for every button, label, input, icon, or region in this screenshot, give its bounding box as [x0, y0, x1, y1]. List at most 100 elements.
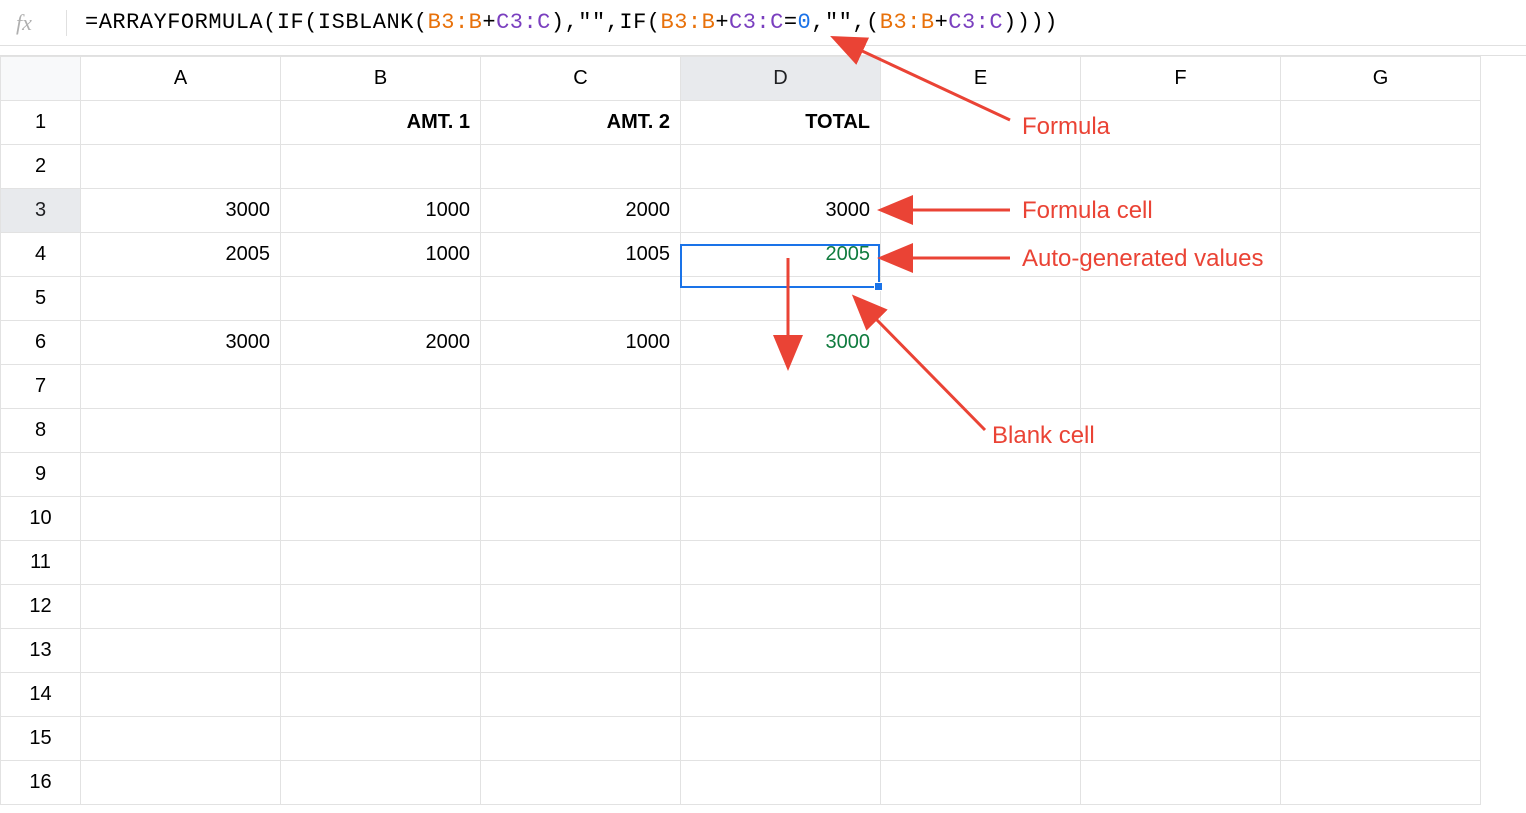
cell-E3[interactable]: [881, 189, 1081, 233]
cell-D8[interactable]: [681, 409, 881, 453]
cell-F2[interactable]: [1081, 145, 1281, 189]
row-header-10[interactable]: 10: [1, 497, 81, 541]
select-all-corner[interactable]: [1, 57, 81, 101]
cell-B7[interactable]: [281, 365, 481, 409]
cell-B4[interactable]: 1000: [281, 233, 481, 277]
column-header-c[interactable]: C: [481, 57, 681, 101]
cell-E5[interactable]: [881, 277, 1081, 321]
cell-D14[interactable]: [681, 673, 881, 717]
cell-F15[interactable]: [1081, 717, 1281, 761]
cell-F16[interactable]: [1081, 761, 1281, 805]
cell-B1[interactable]: AMT. 1: [281, 101, 481, 145]
cell-A6[interactable]: 3000: [81, 321, 281, 365]
cell-G11[interactable]: [1281, 541, 1481, 585]
cell-D1[interactable]: TOTAL: [681, 101, 881, 145]
cell-G4[interactable]: [1281, 233, 1481, 277]
cell-B3[interactable]: 1000: [281, 189, 481, 233]
row-header-15[interactable]: 15: [1, 717, 81, 761]
cell-F6[interactable]: [1081, 321, 1281, 365]
cell-A1[interactable]: [81, 101, 281, 145]
cell-E10[interactable]: [881, 497, 1081, 541]
cell-B8[interactable]: [281, 409, 481, 453]
cell-A2[interactable]: [81, 145, 281, 189]
cell-G13[interactable]: [1281, 629, 1481, 673]
cell-D7[interactable]: [681, 365, 881, 409]
column-header-f[interactable]: F: [1081, 57, 1281, 101]
row-header-11[interactable]: 11: [1, 541, 81, 585]
cell-B5[interactable]: [281, 277, 481, 321]
cell-E12[interactable]: [881, 585, 1081, 629]
cell-B12[interactable]: [281, 585, 481, 629]
cell-F1[interactable]: [1081, 101, 1281, 145]
cell-D3[interactable]: 3000: [681, 189, 881, 233]
cell-F8[interactable]: [1081, 409, 1281, 453]
cell-C2[interactable]: [481, 145, 681, 189]
cell-F9[interactable]: [1081, 453, 1281, 497]
cell-E15[interactable]: [881, 717, 1081, 761]
cell-F4[interactable]: [1081, 233, 1281, 277]
cell-C16[interactable]: [481, 761, 681, 805]
cell-E14[interactable]: [881, 673, 1081, 717]
row-header-9[interactable]: 9: [1, 453, 81, 497]
cell-G16[interactable]: [1281, 761, 1481, 805]
cell-E1[interactable]: [881, 101, 1081, 145]
cell-B14[interactable]: [281, 673, 481, 717]
cell-A5[interactable]: [81, 277, 281, 321]
cell-G6[interactable]: [1281, 321, 1481, 365]
cell-E11[interactable]: [881, 541, 1081, 585]
cell-D10[interactable]: [681, 497, 881, 541]
row-header-2[interactable]: 2: [1, 145, 81, 189]
cell-G7[interactable]: [1281, 365, 1481, 409]
cell-G10[interactable]: [1281, 497, 1481, 541]
row-header-6[interactable]: 6: [1, 321, 81, 365]
cell-D9[interactable]: [681, 453, 881, 497]
cell-C9[interactable]: [481, 453, 681, 497]
cell-B16[interactable]: [281, 761, 481, 805]
column-header-e[interactable]: E: [881, 57, 1081, 101]
cell-A10[interactable]: [81, 497, 281, 541]
cell-C11[interactable]: [481, 541, 681, 585]
cell-C5[interactable]: [481, 277, 681, 321]
cell-D12[interactable]: [681, 585, 881, 629]
cell-C4[interactable]: 1005: [481, 233, 681, 277]
cell-E4[interactable]: [881, 233, 1081, 277]
cell-G9[interactable]: [1281, 453, 1481, 497]
cell-A11[interactable]: [81, 541, 281, 585]
column-header-d[interactable]: D: [681, 57, 881, 101]
cell-G3[interactable]: [1281, 189, 1481, 233]
cell-A12[interactable]: [81, 585, 281, 629]
cell-G5[interactable]: [1281, 277, 1481, 321]
cell-D16[interactable]: [681, 761, 881, 805]
cell-A7[interactable]: [81, 365, 281, 409]
cell-G14[interactable]: [1281, 673, 1481, 717]
cell-E7[interactable]: [881, 365, 1081, 409]
cell-B6[interactable]: 2000: [281, 321, 481, 365]
row-header-14[interactable]: 14: [1, 673, 81, 717]
column-header-b[interactable]: B: [281, 57, 481, 101]
cell-B11[interactable]: [281, 541, 481, 585]
cell-C13[interactable]: [481, 629, 681, 673]
row-header-8[interactable]: 8: [1, 409, 81, 453]
cell-C12[interactable]: [481, 585, 681, 629]
cell-D2[interactable]: [681, 145, 881, 189]
cell-E13[interactable]: [881, 629, 1081, 673]
cell-D13[interactable]: [681, 629, 881, 673]
cell-G15[interactable]: [1281, 717, 1481, 761]
cell-A14[interactable]: [81, 673, 281, 717]
cell-C7[interactable]: [481, 365, 681, 409]
cell-E2[interactable]: [881, 145, 1081, 189]
cell-F13[interactable]: [1081, 629, 1281, 673]
cell-C14[interactable]: [481, 673, 681, 717]
cell-B10[interactable]: [281, 497, 481, 541]
cell-B15[interactable]: [281, 717, 481, 761]
row-header-16[interactable]: 16: [1, 761, 81, 805]
cell-D4[interactable]: 2005: [681, 233, 881, 277]
row-header-7[interactable]: 7: [1, 365, 81, 409]
row-header-13[interactable]: 13: [1, 629, 81, 673]
cell-A13[interactable]: [81, 629, 281, 673]
cell-A3[interactable]: 3000: [81, 189, 281, 233]
cell-F7[interactable]: [1081, 365, 1281, 409]
cell-F12[interactable]: [1081, 585, 1281, 629]
row-header-5[interactable]: 5: [1, 277, 81, 321]
cell-A16[interactable]: [81, 761, 281, 805]
